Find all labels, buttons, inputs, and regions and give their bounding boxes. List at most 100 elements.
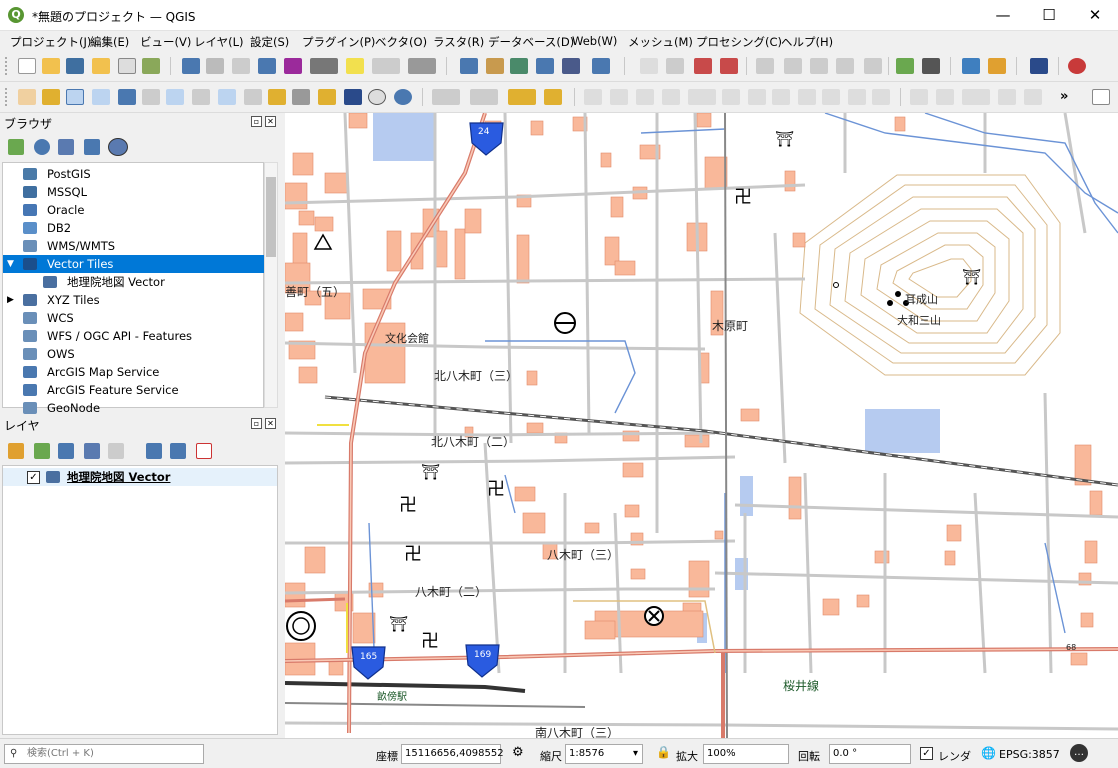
- toggle-editing-icon[interactable]: [610, 89, 628, 105]
- browser-item[interactable]: WCS: [3, 309, 265, 327]
- bicycle-icon[interactable]: [922, 58, 940, 74]
- browser-item[interactable]: ▶ XYZ Tiles: [3, 291, 265, 309]
- manage-themes-icon[interactable]: [58, 443, 74, 459]
- plugin-icon[interactable]: [562, 58, 580, 74]
- browser-item[interactable]: ArcGIS Map Service: [3, 363, 265, 381]
- map-tips-icon[interactable]: [372, 58, 400, 74]
- minimize-button[interactable]: —: [980, 0, 1026, 31]
- layer-row[interactable]: ✓ 地理院地図 Vector: [3, 468, 277, 486]
- browser-item[interactable]: ArcGIS Feature Service: [3, 381, 265, 399]
- map-canvas[interactable]: 善町（五） 文化会館 木原町 北八木町（三） 北八木町（二） 八木町（三） 八木…: [285, 113, 1118, 738]
- collapse-arrow-icon[interactable]: ▼: [7, 255, 14, 273]
- open-project-icon[interactable]: [42, 58, 60, 74]
- browser-item[interactable]: ▼ Vector Tiles: [3, 255, 265, 273]
- new-bookmark-icon[interactable]: [318, 89, 336, 105]
- zoom-last-icon[interactable]: [218, 89, 236, 105]
- zoom-native-icon[interactable]: [192, 89, 210, 105]
- change-label-icon[interactable]: [720, 58, 738, 74]
- messages-icon[interactable]: …: [1070, 744, 1088, 762]
- float-panel-icon[interactable]: ▫: [251, 418, 262, 429]
- collapse-all-layers-icon[interactable]: [170, 443, 186, 459]
- browser-item[interactable]: PostGIS: [3, 165, 265, 183]
- expand-arrow-icon[interactable]: ▶: [7, 291, 14, 309]
- style-manager-icon[interactable]: [142, 58, 160, 74]
- redo-icon[interactable]: [872, 89, 890, 105]
- close-panel-icon[interactable]: ✕: [265, 116, 276, 127]
- browser-item[interactable]: Oracle: [3, 201, 265, 219]
- toggle-extents-icon[interactable]: ⚙: [512, 745, 524, 760]
- refresh-browser-icon[interactable]: [34, 139, 50, 155]
- zoom-out-icon[interactable]: [92, 89, 110, 105]
- expand-all-icon[interactable]: [146, 443, 162, 459]
- refresh-icon[interactable]: [394, 89, 412, 105]
- digitize-advanced-icon[interactable]: [910, 89, 928, 105]
- text-annotation-icon[interactable]: [408, 58, 436, 74]
- maximize-button[interactable]: ☐: [1026, 0, 1072, 31]
- float-panel-icon[interactable]: ▫: [251, 116, 262, 127]
- menu-vector[interactable]: ベクタ(O): [375, 34, 427, 50]
- new-map-view-icon[interactable]: [268, 89, 286, 105]
- pan-to-selection-icon[interactable]: [42, 89, 60, 105]
- vertex-tool-icon[interactable]: [510, 58, 528, 74]
- modify-attributes-icon[interactable]: [722, 89, 740, 105]
- rotate-feature-icon[interactable]: [936, 89, 954, 105]
- diagram-icon[interactable]: [836, 58, 854, 74]
- undo-icon[interactable]: [848, 89, 866, 105]
- layer-properties-icon[interactable]: [460, 58, 478, 74]
- deselect-icon[interactable]: [508, 89, 536, 105]
- help-book-icon[interactable]: [1030, 58, 1048, 74]
- browser-item[interactable]: WMS/WMTS: [3, 237, 265, 255]
- browser-item[interactable]: DB2: [3, 219, 265, 237]
- reshape-icon[interactable]: [1024, 89, 1042, 105]
- offset-curve-icon[interactable]: [998, 89, 1016, 105]
- measure-icon[interactable]: [310, 58, 338, 74]
- add-feature-icon[interactable]: [662, 89, 680, 105]
- scale-combobox[interactable]: 1:8576 ▾: [565, 744, 643, 764]
- close-button[interactable]: ✕: [1072, 0, 1118, 31]
- filter-expression-icon[interactable]: [108, 443, 124, 459]
- field-calculator-icon[interactable]: [232, 58, 250, 74]
- zoom-in-icon[interactable]: [66, 89, 84, 105]
- settings-gear-icon[interactable]: [258, 58, 276, 74]
- magnifier-spinbox[interactable]: 100%: [703, 744, 789, 764]
- info-icon[interactable]: [108, 138, 128, 156]
- add-selected-icon[interactable]: [8, 139, 24, 155]
- filter-legend-icon[interactable]: [84, 443, 100, 459]
- zoom-next-icon[interactable]: [244, 89, 262, 105]
- menu-layer[interactable]: レイヤ(L): [194, 34, 244, 50]
- crs-button[interactable]: EPSG:3857: [999, 748, 1060, 761]
- identify-icon[interactable]: [182, 58, 200, 74]
- zoom-selection-icon[interactable]: [142, 89, 160, 105]
- close-panel-icon[interactable]: ✕: [265, 418, 276, 429]
- select-features-icon[interactable]: [432, 89, 460, 105]
- browser-item[interactable]: OWS: [3, 345, 265, 363]
- menu-help[interactable]: ヘルプ(H): [781, 34, 833, 50]
- statistics-icon[interactable]: [284, 58, 302, 74]
- move-label-icon[interactable]: [784, 58, 802, 74]
- python-console-icon[interactable]: [592, 58, 610, 74]
- menu-mesh[interactable]: メッシュ(M): [628, 34, 693, 50]
- attribute-table-icon[interactable]: [206, 58, 224, 74]
- save-project-icon[interactable]: [66, 58, 84, 74]
- rotate-label-icon[interactable]: [756, 58, 774, 74]
- menu-database[interactable]: データベース(D): [488, 34, 574, 50]
- python-icon[interactable]: [962, 58, 980, 74]
- snapping-icon[interactable]: [962, 89, 990, 105]
- menu-settings[interactable]: 設定(S): [250, 34, 289, 50]
- remove-layer-icon[interactable]: [196, 443, 212, 459]
- paste-features-icon[interactable]: [822, 89, 840, 105]
- show-hide-label-icon[interactable]: [810, 58, 828, 74]
- menu-processing[interactable]: プロセシング(C): [696, 34, 782, 50]
- pin-labels-icon[interactable]: [666, 58, 684, 74]
- new-print-layout-icon[interactable]: [92, 58, 110, 74]
- triangle-tool-icon[interactable]: [896, 58, 914, 74]
- pan-hand-icon[interactable]: [18, 89, 36, 105]
- toolbar-grip[interactable]: [5, 57, 9, 75]
- toolbar-overflow-icon[interactable]: »: [1060, 89, 1068, 104]
- locator-search-input[interactable]: ⚲ 検索(Ctrl + K): [4, 744, 204, 764]
- style-layer-icon[interactable]: [8, 443, 24, 459]
- brush-icon[interactable]: [988, 58, 1006, 74]
- menu-plugins[interactable]: プラグイン(P): [302, 34, 375, 50]
- lock-icon[interactable]: 🔒: [656, 745, 671, 759]
- layer-visibility-checkbox[interactable]: ✓: [27, 471, 40, 484]
